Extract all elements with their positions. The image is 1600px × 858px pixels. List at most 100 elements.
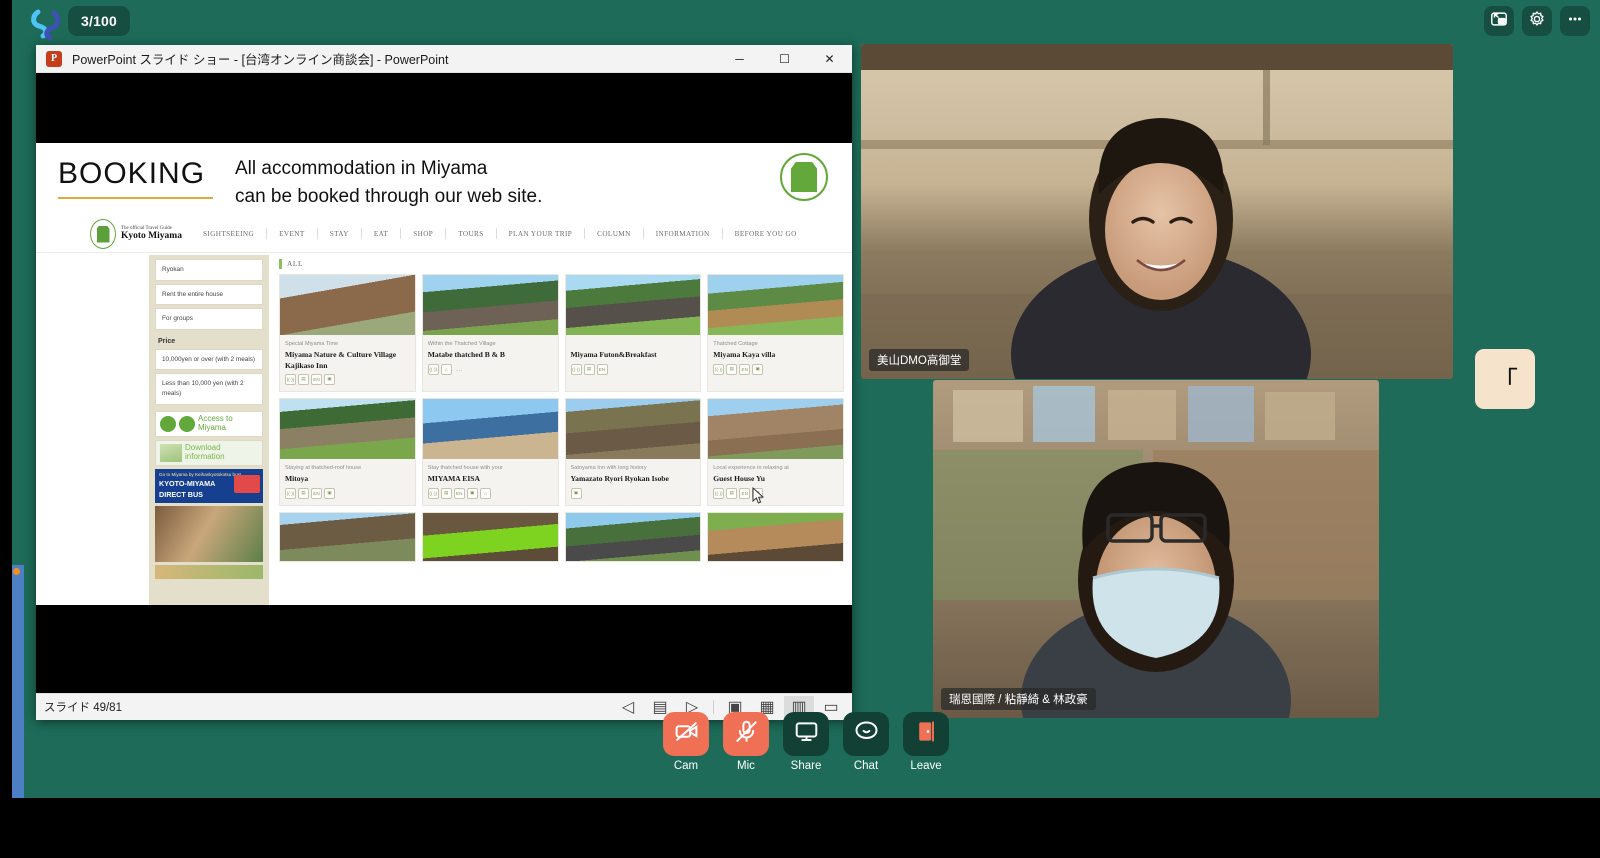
leave-button-surface[interactable] <box>903 712 949 756</box>
kyoto-miyama-crest-icon <box>780 153 828 201</box>
website-menu-item[interactable]: BEFORE YOU GO <box>723 230 809 238</box>
accommodation-card-title: Miyama Futon&Breakfast <box>570 350 657 360</box>
share-button-surface[interactable] <box>783 712 829 756</box>
chat-bubble-icon <box>854 719 879 749</box>
bus-amenity-icon: ▣ <box>324 487 335 499</box>
sidebar-filter-item[interactable]: For groups <box>155 308 263 330</box>
bus-photo-icon <box>234 474 260 493</box>
website-navbar: The official Travel Guide Kyoto Miyama S… <box>36 215 852 253</box>
access-to-miyama-banner[interactable]: Access to Miyama <box>155 410 263 437</box>
cam-button[interactable]: Cam <box>662 712 710 772</box>
sidebar-price-heading: Price <box>158 337 176 345</box>
card-amenity-icon: ▤ <box>726 363 738 375</box>
accommodation-card[interactable]: Local experience in relaxing at Guest Hou… <box>707 397 844 506</box>
video-tile-participant[interactable]: 瑞恩國際 / 粘靜綺 & 林政豪 <box>933 380 1379 718</box>
accommodation-card-photo <box>708 275 843 335</box>
sidebar-price-filters: 10,000yen or over (with 2 meals) Less tha… <box>155 348 263 405</box>
accommodation-card-kicker: Satoyama Inn with long history <box>570 464 647 471</box>
accommodation-card[interactable] <box>421 511 559 562</box>
bus-banner-line2: KYOTO-MIYAMA <box>159 478 216 488</box>
accommodation-card[interactable]: Stay thatched house with your MIYAMA EISA… <box>421 397 559 506</box>
layout-view-button[interactable] <box>1484 6 1514 36</box>
website-menu-item[interactable]: INFORMATION <box>644 230 722 238</box>
video-tile-presenter[interactable]: 美山DMO高御堂 <box>861 44 1453 379</box>
accommodation-card[interactable]: Thatched Cottage Miyama Kaya villa ((·)) ▤ E… <box>707 274 844 392</box>
screen-share-icon <box>794 719 819 749</box>
sidebar-strip-banner[interactable] <box>155 564 263 579</box>
more-options-button[interactable] <box>1560 6 1590 36</box>
card-amenity-icon: ▤ <box>583 363 595 375</box>
accommodation-card-body: Staying at thatched-roof house Mitoya ((·)… <box>280 459 415 505</box>
EN-amenity-icon: EN <box>453 487 465 499</box>
accommodation-card-photo <box>280 398 415 459</box>
powerpoint-window-title: PowerPoint スライド ショー - [台湾オンライン商談会] - Pow… <box>72 53 449 67</box>
slide-accent-rule <box>58 197 213 199</box>
direct-bus-banner[interactable]: Go to Miyama by Keihankyotokotsu bus! KY… <box>155 468 263 503</box>
powerpoint-titlebar[interactable]: P PowerPoint スライド ショー - [台湾オンライン商談会] - P… <box>36 45 852 73</box>
car-icon <box>160 415 176 432</box>
accommodation-card-body: Within the Thatched Village Matabe thatch… <box>423 335 558 381</box>
sidebar-price-filter-item[interactable]: 10,000yen or over (with 2 meals) <box>155 348 263 371</box>
slide-headline-line1: All accommodation in Miyama <box>235 158 488 179</box>
accommodation-card[interactable]: Within the Thatched Village Matabe thatch… <box>421 274 559 392</box>
maximize-button[interactable]: ☐ <box>762 45 807 73</box>
accommodation-card[interactable] <box>564 511 702 562</box>
share-button[interactable]: Share <box>782 712 830 772</box>
chat-button-surface[interactable] <box>843 712 889 756</box>
download-information-banner[interactable]: Download information <box>155 439 263 466</box>
cam-button-surface[interactable] <box>663 712 709 756</box>
accommodation-card-photo <box>565 512 701 561</box>
bus-amenity-icon: ▣ <box>752 363 764 375</box>
close-button[interactable]: ✕ <box>807 45 852 73</box>
accommodation-card-kicker <box>571 340 696 348</box>
powerpoint-window: P PowerPoint スライド ショー - [台湾オンライン商談会] - P… <box>36 45 852 720</box>
card-amenity-icon: ▤ <box>298 373 309 385</box>
sidebar-photo-banner[interactable] <box>155 505 263 562</box>
accommodation-card[interactable]: Special Miyama Time Miyama Nature & Cultu… <box>279 274 416 392</box>
leave-button[interactable]: Leave <box>902 712 950 772</box>
sidebar-filter-item[interactable]: Ryokan <box>155 259 263 281</box>
gear-icon <box>1528 10 1546 33</box>
minimize-button[interactable]: ─ <box>717 45 762 73</box>
sidebar-price-filter-item[interactable]: Less than 10,000 yen (with 2 meals) <box>155 373 263 405</box>
website-menu-item[interactable]: PLAN YOUR TRIP <box>497 230 585 238</box>
accommodation-card-kicker: Local experience in relaxing at <box>713 464 789 471</box>
accommodation-amenities: ((·))▤EN▣ <box>713 363 838 375</box>
website-menu-item[interactable]: STAY <box>318 230 361 238</box>
website-menu-item[interactable]: EAT <box>362 230 400 238</box>
chat-button-label: Chat <box>853 760 879 772</box>
accommodation-card-title: Yamazato Ryori Ryokan Isobe <box>570 474 669 484</box>
chat-button[interactable]: Chat <box>842 712 890 772</box>
website-menu-item[interactable]: SIGHTSEEING <box>191 230 266 238</box>
website-menu-item[interactable]: TOURS <box>446 230 495 238</box>
EN-amenity-icon: EN <box>739 363 751 375</box>
card-amenity-icon: ▤ <box>298 487 309 499</box>
accommodation-card-photo <box>422 512 558 561</box>
sidebar-filter-item[interactable]: Rent the entire house <box>155 283 263 306</box>
download-banner-line2: information <box>185 451 225 461</box>
accommodation-card[interactable] <box>707 511 844 562</box>
accommodation-card-body: Special Miyama Time Miyama Nature & Cultu… <box>280 335 415 391</box>
share-button-label: Share <box>790 760 822 772</box>
wifi-amenity-icon: ((·)) <box>713 487 725 499</box>
mic-button[interactable]: Mic <box>722 712 770 772</box>
card-amenity-icon: ▤ <box>440 487 452 499</box>
website-logo: The official Travel Guide Kyoto Miyama <box>90 219 182 249</box>
accommodation-amenities: ((·)) ▤ EN <box>570 363 696 375</box>
accommodation-card[interactable]: Satoyama Inn with long history Yamazato R… <box>564 397 702 506</box>
participant-avatar-tile[interactable]: 「 <box>1475 349 1535 409</box>
mic-button-surface[interactable] <box>723 712 769 756</box>
accommodation-card[interactable]: Staying at thatched-roof house Mitoya ((·)… <box>279 397 416 506</box>
website-menu-item[interactable]: EVENT <box>267 230 317 238</box>
wifi-amenity-icon: ((·)) <box>570 363 582 375</box>
slideshow-stage[interactable]: BOOKING All accommodation in Miyama can … <box>36 73 852 693</box>
accommodation-card-kicker: Staying at thatched-roof house <box>285 464 362 471</box>
accommodation-card[interactable]: Miyama Futon&Breakfast ((·)) ▤ EN <box>564 274 702 392</box>
sidebar-banners: Access to Miyama Download information Go… <box>155 410 263 579</box>
accommodation-card[interactable] <box>279 511 416 562</box>
website-menu-item[interactable]: COLUMN <box>585 230 643 238</box>
website-menu-item[interactable]: SHOP <box>401 230 445 238</box>
accommodation-amenities: ((·)) ⌂… <box>427 363 553 375</box>
embedded-website-screenshot: The official Travel Guide Kyoto Miyama S… <box>36 215 852 605</box>
settings-button[interactable] <box>1522 6 1552 36</box>
